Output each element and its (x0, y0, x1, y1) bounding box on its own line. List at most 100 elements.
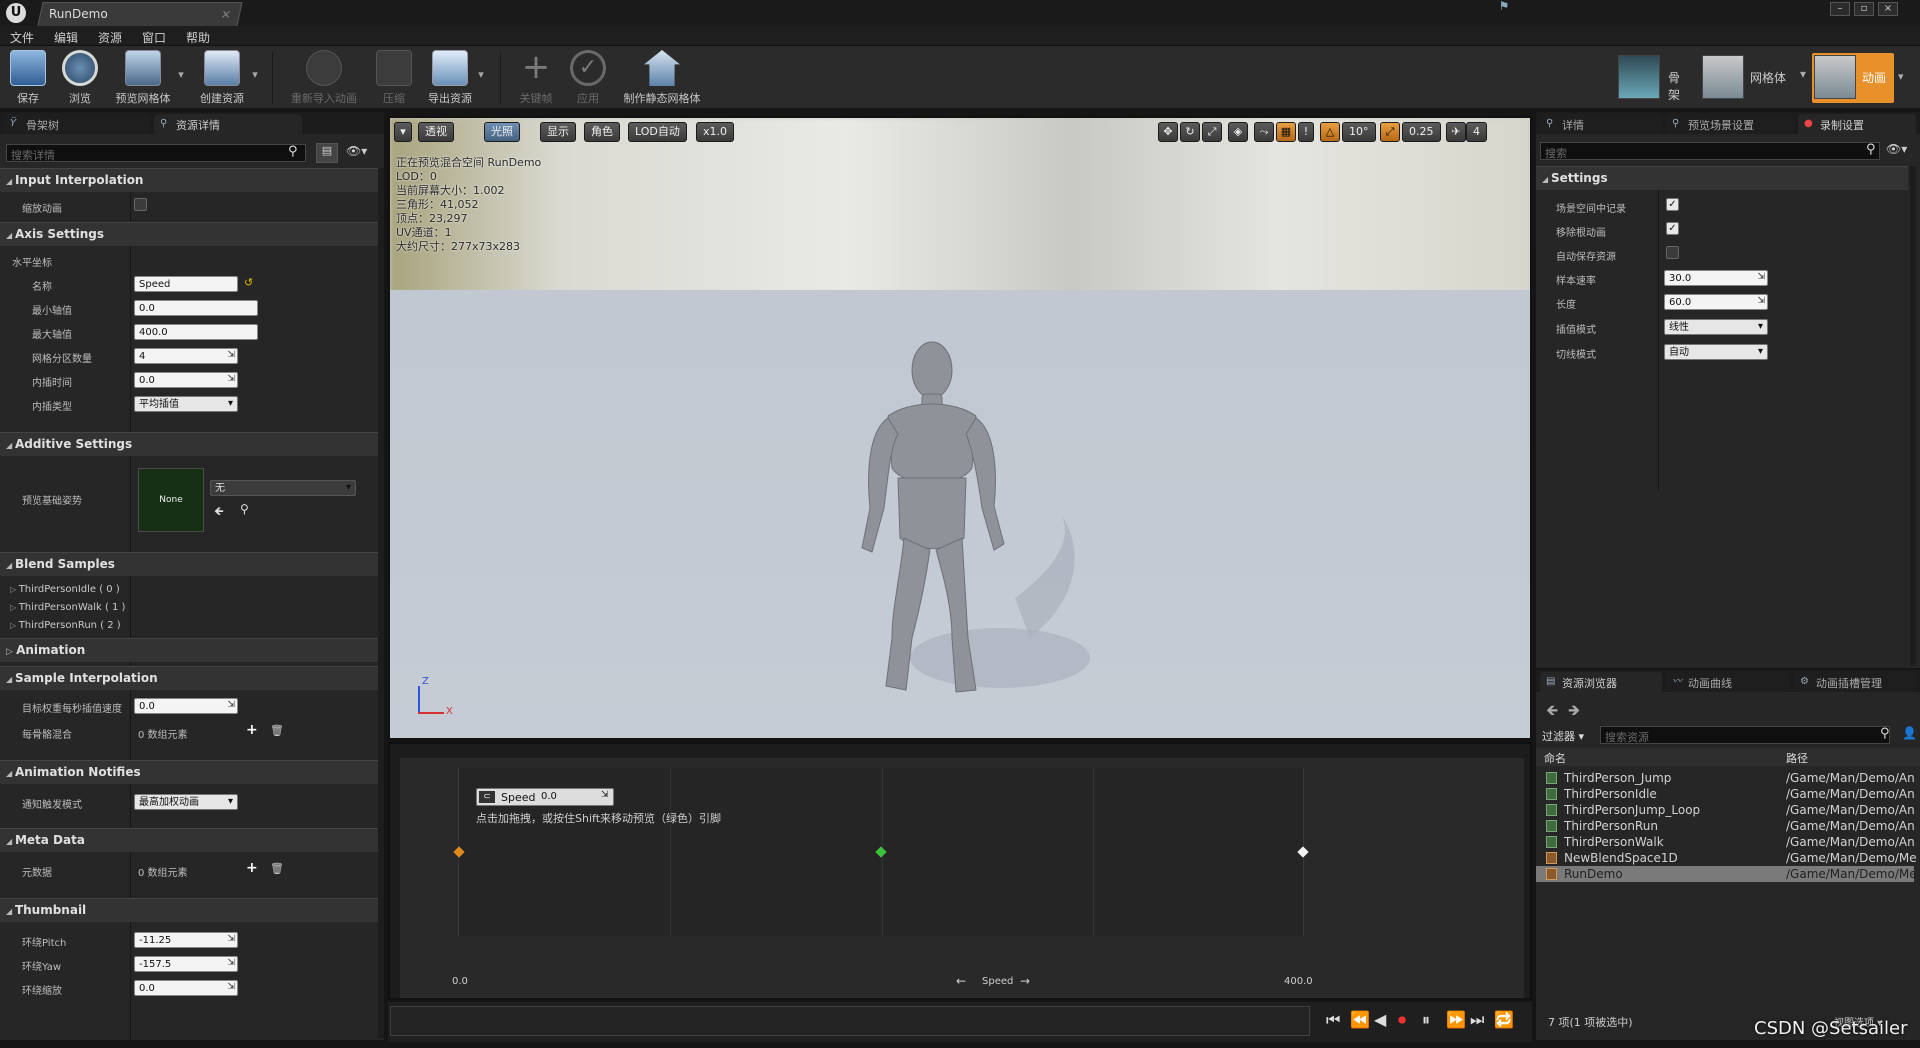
tab-anim-slots[interactable]: ⚙ 动画插槽管理 (1794, 672, 1916, 692)
mode-animation-button[interactable]: 动画 (1812, 53, 1894, 103)
character-button[interactable]: 角色 (584, 122, 620, 142)
orbit-yaw-input[interactable]: -157.5 (134, 956, 238, 972)
section-axis-settings[interactable]: Axis Settings (0, 222, 378, 246)
section-additive-settings[interactable]: Additive Settings (0, 432, 378, 456)
lod-button[interactable]: LOD自动 (628, 122, 687, 142)
minimize-icon[interactable]: – (1830, 2, 1850, 16)
asset-row[interactable]: ThirdPersonWalk/Game/Man/Demo/An (1536, 834, 1915, 850)
make-static-mesh-button[interactable]: 制作静态网格体 (618, 48, 706, 108)
loop-icon[interactable]: 🔁 (1494, 1012, 1514, 1028)
back-arrow-icon[interactable]: 🡸 (1546, 700, 1558, 725)
blend-sample-item[interactable]: ThirdPersonWalk ( 1 ) (10, 602, 126, 613)
speed-parameter-widget[interactable]: ⊂ Speed 0.0 ⇲ (476, 788, 614, 806)
browse-button[interactable]: 浏览 (60, 48, 100, 108)
playback-speed-button[interactable]: x1.0 (696, 122, 735, 142)
interpolation-mode-combo[interactable]: 线性 (1664, 319, 1768, 335)
blend-sample-item[interactable]: ThirdPersonIdle ( 0 ) (10, 584, 120, 595)
preview-mesh-button[interactable]: 预览网格体 (110, 48, 176, 108)
tab-anim-curves[interactable]: 〰动画曲线 (1666, 672, 1790, 692)
orbit-zoom-input[interactable]: 0.0 (134, 980, 238, 996)
tab-asset-details[interactable]: ⚲ 资源详情 (154, 114, 302, 134)
scale-snap-icon[interactable]: ⤢ (1380, 122, 1400, 142)
interp-type-combo[interactable]: 平均插值 (134, 396, 238, 412)
menu-asset[interactable]: 资源 (98, 29, 122, 46)
save-button[interactable]: 保存 (8, 48, 48, 108)
tab-recording[interactable]: ● 录制设置 (1798, 114, 1916, 134)
add-element-icon[interactable]: + (246, 860, 258, 876)
create-asset-button[interactable]: 创建资源 (194, 48, 250, 108)
delete-icon[interactable]: 🗑 (270, 724, 284, 737)
rotate-icon[interactable]: ↻ (1180, 122, 1200, 142)
menu-file[interactable]: 文件 (10, 29, 34, 46)
tab-preview-scene[interactable]: ⚲ 预览场景设置 (1666, 114, 1794, 134)
section-input-interpolation[interactable]: Input Interpolation (0, 168, 378, 192)
tab-skeleton-tree[interactable]: Ÿ 骨架树 (4, 114, 150, 134)
section-thumbnail[interactable]: Thumbnail (0, 898, 378, 922)
section-blend-samples[interactable]: Blend Samples (0, 552, 378, 576)
close-tab-icon[interactable]: × (219, 7, 232, 21)
surface-snap-icon[interactable]: ⤳ (1254, 122, 1274, 142)
column-path-header[interactable]: 路径 (1786, 750, 1808, 766)
tangent-mode-combo[interactable]: 自动 (1664, 344, 1768, 360)
add-element-icon[interactable]: + (246, 722, 258, 738)
column-name-header[interactable]: 命名 (1544, 750, 1566, 766)
compress-button[interactable]: 压缩 (374, 48, 414, 108)
step-back-icon[interactable]: ⏪ (1350, 1012, 1370, 1028)
export-asset-button[interactable]: 导出资源 (424, 48, 476, 108)
asset-search-input[interactable]: 搜索资源 (1600, 726, 1890, 744)
axis-name-input[interactable]: Speed (134, 276, 238, 292)
tab-details[interactable]: ⚲ 详情 (1540, 114, 1662, 134)
mode-mesh-dropdown-icon[interactable]: ▾ (1800, 67, 1806, 81)
min-axis-input[interactable]: 0.0 (134, 300, 258, 316)
record-in-world-space-checkbox[interactable]: ✓ (1666, 198, 1679, 211)
filter-button[interactable]: 过滤器 ▾ (1542, 728, 1584, 744)
grid-snap-icon[interactable]: ▦ (1276, 122, 1296, 142)
mode-mesh-button[interactable]: 网格体 ▾ (1702, 53, 1806, 103)
reimport-button[interactable]: 重新导入动画 (286, 48, 362, 108)
skip-to-end-icon[interactable]: ⏭ (1470, 1012, 1484, 1028)
scale-snap-value[interactable]: 0.25 (1402, 122, 1441, 142)
menu-edit[interactable]: 编辑 (54, 29, 78, 46)
step-forward-icon[interactable]: ⏩ (1446, 1012, 1466, 1028)
preview-pose-combo[interactable]: 无 (210, 480, 356, 496)
use-selected-arrow-icon[interactable]: 🡸 (214, 502, 224, 523)
section-meta-data[interactable]: Meta Data (0, 828, 378, 852)
window-close-icon[interactable]: × (1878, 2, 1898, 16)
asset-row[interactable]: RunDemo/Game/Man/Demo/Me (1536, 866, 1917, 882)
preview-pose-thumbnail[interactable]: None (138, 468, 204, 532)
grid-size-dropdown[interactable]: ! (1298, 122, 1314, 142)
speed-param-value[interactable]: 0.0 (541, 791, 557, 802)
orbit-pitch-input[interactable]: -11.25 (134, 932, 238, 948)
length-input[interactable]: 60.0 (1664, 294, 1768, 310)
mode-animation-dropdown-icon[interactable]: ▾ (1898, 70, 1904, 83)
camera-speed-value[interactable]: 4 (1466, 122, 1487, 142)
delete-icon[interactable]: 🗑 (270, 862, 284, 875)
scrollbar[interactable] (1910, 166, 1916, 666)
rotation-snap-value[interactable]: 10° (1342, 122, 1376, 142)
view-options-eye-icon[interactable]: 👁▾ (1886, 142, 1907, 156)
details-search-input[interactable]: 搜索详情 (6, 144, 306, 162)
character-mesh[interactable] (840, 338, 1100, 718)
document-tab[interactable]: RunDemo × (37, 2, 243, 26)
asset-row[interactable]: NewBlendSpace1D/Game/Man/Demo/Me (1536, 850, 1917, 866)
blend-space-graph[interactable]: ⊂ Speed 0.0 ⇲ 点击加拖拽，或按住Shift来移动预览（绿色）引脚 … (400, 758, 1524, 998)
asset-row[interactable]: ThirdPersonIdle/Game/Man/Demo/An (1536, 786, 1915, 802)
asset-row[interactable]: ThirdPerson_Jump/Game/Man/Demo/An (1536, 770, 1915, 786)
mode-skeleton-button[interactable]: 骨架 (1618, 53, 1684, 103)
record-icon[interactable]: ⏺ (1398, 1012, 1406, 1028)
target-weight-speed-input[interactable]: 0.0 (134, 698, 238, 714)
notification-icon[interactable]: ⚑ (1494, 0, 1514, 14)
section-animation-notifies[interactable]: Animation Notifies (0, 760, 378, 784)
auto-save-checkbox[interactable] (1666, 246, 1679, 259)
menu-help[interactable]: 帮助 (186, 29, 210, 46)
browse-asset-icon[interactable]: ⚲ (240, 502, 249, 516)
asset-row[interactable]: ThirdPersonRun/Game/Man/Demo/An (1536, 818, 1915, 834)
scale-animation-checkbox[interactable] (134, 198, 147, 211)
grid-divisions-input[interactable]: 4 (134, 348, 238, 364)
pause-icon[interactable]: ⏸ (1422, 1012, 1430, 1028)
lighting-button[interactable]: 光照 (484, 122, 520, 142)
play-reverse-icon[interactable]: ◀ (1374, 1012, 1386, 1028)
menu-window[interactable]: 窗口 (142, 29, 166, 46)
blend-sample-point[interactable] (453, 846, 465, 858)
maximize-icon[interactable]: ▫ (1854, 2, 1874, 16)
